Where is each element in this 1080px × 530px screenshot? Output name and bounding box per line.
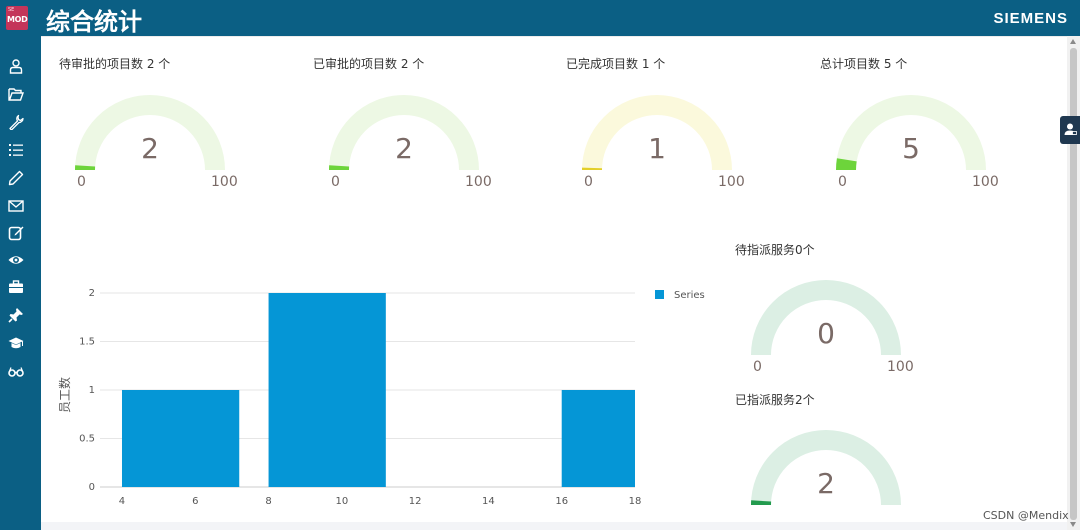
x-tick-label: 10: [335, 496, 348, 507]
gauge-fill: [836, 158, 857, 171]
x-tick-label: 8: [265, 496, 271, 507]
sidebar: [0, 36, 41, 530]
gauge-title: 已指派服务2个: [735, 393, 815, 407]
gauge-value: 0: [817, 317, 835, 350]
gauge-max-label: 100: [972, 174, 999, 190]
gauge-value: 5: [902, 132, 920, 165]
gauge-min-label: 0: [77, 174, 86, 190]
brand-logo: SIEMENS: [993, 10, 1068, 27]
x-tick-label: 14: [482, 496, 495, 507]
briefcase-icon[interactable]: [8, 279, 24, 295]
gauge-min-label: 0: [331, 174, 340, 190]
x-tick-label: 4: [119, 496, 125, 507]
gauge-max-label: 100: [887, 359, 914, 375]
watermark: CSDN @Mendix: [983, 509, 1069, 522]
folder-open-icon[interactable]: [8, 86, 24, 102]
gauge-min-label: 0: [753, 359, 762, 375]
user-icon[interactable]: [8, 58, 24, 74]
x-tick-label: 6: [192, 496, 198, 507]
vertical-scrollbar[interactable]: [1067, 36, 1080, 530]
eye-icon[interactable]: [8, 252, 24, 268]
list-icon[interactable]: [8, 142, 24, 158]
gauge-min-label: 0: [584, 174, 593, 190]
gauge-max-label: 100: [718, 174, 745, 190]
gauge-value: 1: [648, 132, 666, 165]
y-tick-label: 1: [89, 385, 95, 396]
logo-main-text: MOD: [7, 15, 28, 24]
y-tick-label: 1.5: [79, 337, 95, 348]
x-tick-label: 12: [409, 496, 422, 507]
user-support-icon: [1064, 123, 1077, 135]
legend-swatch: [655, 290, 664, 299]
y-tick-label: 0: [89, 482, 95, 493]
legend-label[interactable]: Series: [674, 290, 705, 301]
wrench-icon[interactable]: [8, 114, 24, 130]
gauge-value: 2: [141, 132, 159, 165]
user-support-button[interactable]: [1060, 116, 1080, 144]
gauge-min-label: 0: [838, 174, 847, 190]
gauge-max-label: 100: [465, 174, 492, 190]
gauge-max-label: 100: [211, 174, 238, 190]
y-tick-label: 0.5: [79, 434, 95, 445]
bar[interactable]: [268, 293, 386, 487]
y-axis-label: 员工数: [57, 377, 72, 413]
employee-bar-chart: 0 0.5 1 1.5 2 4 6 8 10 12 14 16 18 员工数 Series: [57, 288, 705, 507]
scroll-up-arrow-icon[interactable]: [1070, 39, 1076, 44]
gauge-title: 已审批的项目数 2 个: [313, 57, 425, 71]
gauge-value: 2: [817, 467, 835, 500]
gauge-title: 已完成项目数 1 个: [566, 57, 666, 71]
top-bar: SE MOD 综合统计 SIEMENS: [0, 0, 1080, 36]
bar[interactable]: [121, 390, 240, 487]
gauge-value: 2: [395, 132, 413, 165]
graduation-cap-icon[interactable]: [8, 335, 24, 351]
x-tick-label: 16: [555, 496, 568, 507]
pin-icon[interactable]: [8, 307, 24, 323]
x-tick-label: 18: [629, 496, 642, 507]
page-title: 综合统计: [46, 8, 142, 36]
y-tick-label: 2: [89, 288, 95, 299]
envelope-icon[interactable]: [8, 198, 24, 214]
app-logo[interactable]: SE MOD: [6, 6, 28, 30]
glasses-icon[interactable]: [8, 363, 24, 379]
bottom-strip: [41, 522, 1067, 530]
gauge-title: 待指派服务0个: [735, 243, 815, 257]
edit-square-icon[interactable]: [8, 225, 24, 241]
logo-small-text: SE: [8, 7, 15, 13]
gauge-title: 总计项目数 5 个: [820, 57, 908, 71]
pencil-icon[interactable]: [8, 170, 24, 186]
gauge-title: 待审批的项目数 2 个: [59, 57, 171, 71]
scroll-down-arrow-icon[interactable]: [1070, 522, 1076, 527]
bar[interactable]: [561, 390, 635, 487]
